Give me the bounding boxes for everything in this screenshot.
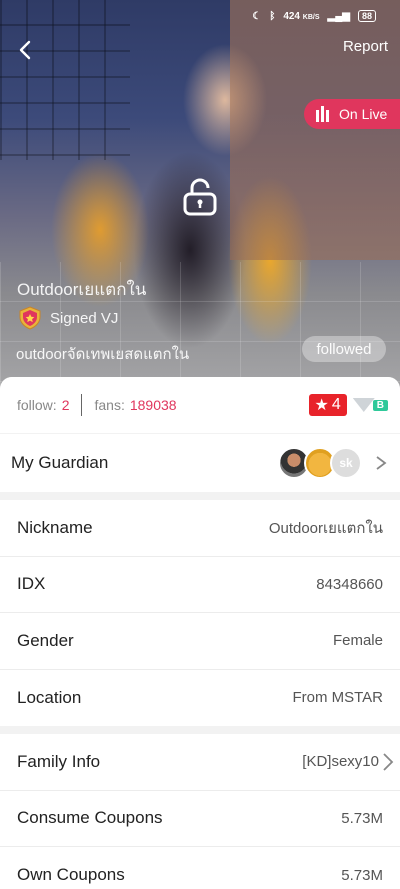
shield-icon [19, 306, 41, 330]
divider [81, 394, 83, 416]
row-value: Outdoorเยแตกใน [268, 519, 383, 537]
fans-count[interactable]: 189038 [130, 397, 177, 413]
cover-photo: ☾ ᛒ 424 KB/S ▂▄▆ 88 Report On Live Outdo… [0, 0, 400, 392]
family-info-row[interactable]: Family Info [KD]sexy10 [0, 734, 400, 791]
guardian-avatars: sk [278, 447, 388, 479]
status-bar: ☾ ᛒ 424 KB/S ▂▄▆ 88 [252, 10, 376, 22]
chevron-right-icon [376, 456, 387, 470]
star-icon: ★ [314, 397, 329, 414]
own-coupons-row: Own Coupons 5.73M [0, 847, 400, 889]
diamond-icon [352, 398, 375, 412]
profile-info-card: follow: 2 fans: 189038 ★ 4 B My Guardian [0, 377, 400, 889]
moon-icon: ☾ [252, 10, 262, 22]
family-info-value: [KD]sexy10 [302, 753, 379, 771]
chevron-right-icon [383, 753, 394, 771]
row-label: IDX [17, 574, 46, 594]
family-coupons: Family Info [KD]sexy10 Consume Coupons 5… [0, 734, 400, 889]
profile-page: ☾ ᛒ 424 KB/S ▂▄▆ 88 Report On Live Outdo… [0, 0, 400, 889]
row-value: From MSTAR [292, 689, 383, 707]
idx-row: IDX 84348660 [0, 557, 400, 613]
follow-count[interactable]: 2 [62, 397, 70, 413]
on-live-label: On Live [339, 106, 388, 122]
live-bars-icon [316, 106, 329, 122]
own-coupons-label: Own Coupons [17, 865, 125, 885]
follow-stats: follow: 2 fans: 189038 ★ 4 B [0, 377, 400, 433]
follow-label: follow: [17, 397, 57, 413]
vip-badge-label: B [372, 399, 388, 411]
signal-icon: ▂▄▆ [327, 10, 350, 22]
my-guardian-row[interactable]: My Guardian sk [0, 434, 400, 492]
my-guardian-label: My Guardian [11, 453, 109, 472]
bluetooth-icon: ᛒ [269, 10, 276, 22]
row-label: Location [17, 687, 82, 707]
profile-details: Nickname Outdoorเยแตกใน IDX 84348660 Gen… [0, 500, 400, 726]
followed-button[interactable]: followed [302, 336, 386, 362]
consume-coupons-label: Consume Coupons [17, 808, 163, 828]
level-badge: ★ 4 [308, 394, 347, 416]
vip-badge: B [352, 398, 388, 412]
back-arrow-icon[interactable] [14, 38, 38, 62]
streamer-name: Outdoorเยแตกใน [17, 280, 147, 299]
battery-icon: 88 [357, 10, 376, 22]
location-row: Location From MSTAR [0, 670, 400, 727]
on-live-button[interactable]: On Live [304, 99, 400, 129]
row-value: Female [332, 632, 383, 650]
unlock-icon[interactable] [180, 176, 220, 216]
report-button[interactable]: Report [343, 38, 388, 55]
row-label: Gender [17, 630, 74, 650]
family-info-label: Family Info [17, 751, 101, 771]
nickname-row: Nickname Outdoorเยแตกใน [0, 500, 400, 557]
consume-coupons-row: Consume Coupons 5.73M [0, 791, 400, 847]
row-label: Nickname [17, 517, 93, 537]
avatar: sk [330, 447, 362, 479]
gender-row: Gender Female [0, 613, 400, 670]
consume-coupons-value: 5.73M [341, 809, 383, 827]
signed-vj-label: Signed VJ [50, 309, 119, 327]
network-speed: 424 KB/S [283, 10, 320, 22]
streamer-description: outdoorจัดเทพเยสดแตกใน [16, 346, 190, 363]
level-badges: ★ 4 B [308, 394, 388, 416]
signed-vj-badge: Signed VJ [18, 306, 118, 330]
row-value: 84348660 [316, 575, 383, 593]
own-coupons-value: 5.73M [341, 866, 383, 884]
level-value: 4 [331, 396, 341, 413]
fans-label: fans: [94, 397, 125, 413]
